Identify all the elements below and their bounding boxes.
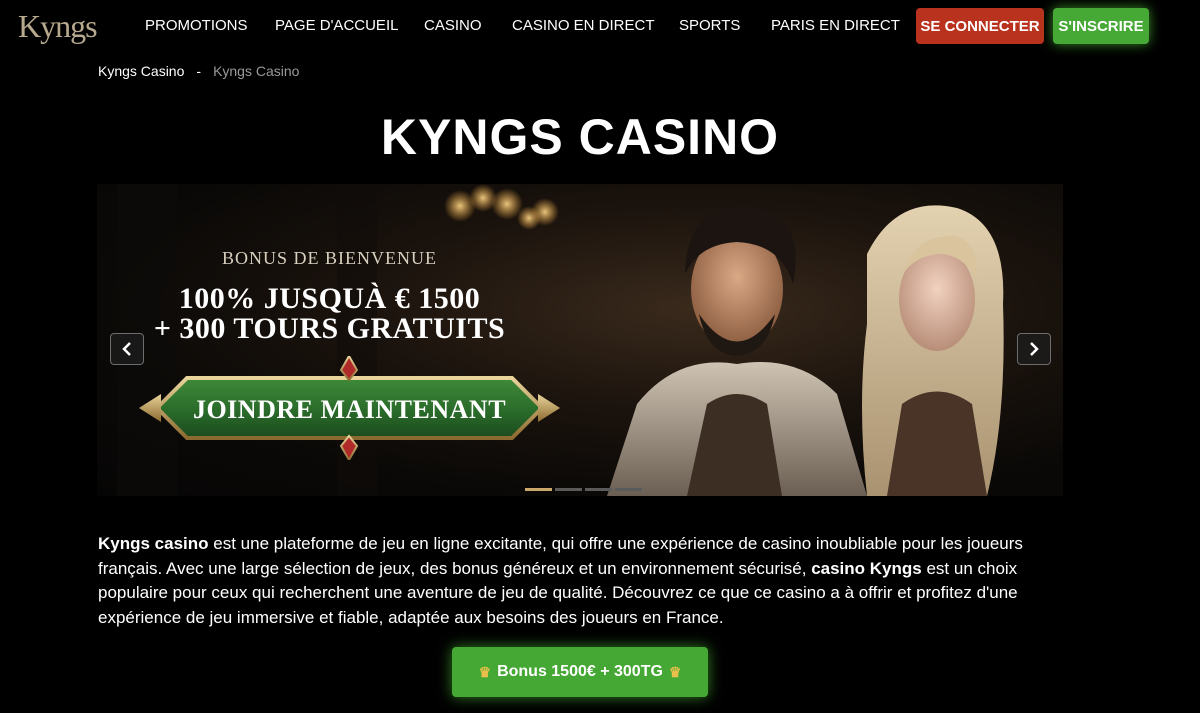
- carousel-dot-1[interactable]: [525, 488, 552, 491]
- nav-promotions[interactable]: PROMOTIONS: [145, 17, 248, 34]
- banner-subtitle: BONUS DE BIENVENUE: [222, 248, 437, 268]
- banner-headline-line1: 100% JUSQUÀ € 1500: [178, 282, 481, 315]
- carousel-dot-2[interactable]: [555, 488, 582, 491]
- banner-headline-line2: + 300 TOURS GRATUITS: [153, 312, 506, 345]
- login-button[interactable]: SE CONNECTER: [916, 8, 1044, 44]
- intro-paragraph: Kyngs casino est une plateforme de jeu e…: [98, 532, 1058, 630]
- carousel-prev-button[interactable]: [110, 333, 144, 365]
- chevron-right-icon: [1030, 342, 1039, 356]
- page-title: KYNGS CASINO: [380, 109, 780, 165]
- intro-bold-brand-2: casino Kyngs: [811, 558, 922, 578]
- nav-paris-en-direct[interactable]: PARIS EN DIRECT: [771, 17, 900, 34]
- site-header: Kyngs PROMOTIONS PAGE D'ACCUEIL CASINO C…: [0, 0, 1200, 54]
- breadcrumb: Kyngs Casino - Kyngs Casino: [98, 63, 299, 79]
- bonus-button-label: Bonus 1500€ + 300TG: [497, 663, 663, 680]
- nav-sports[interactable]: SPORTS: [679, 17, 740, 34]
- breadcrumb-home[interactable]: Kyngs Casino: [98, 63, 184, 79]
- site-logo[interactable]: Kyngs: [18, 6, 98, 46]
- nav-casino[interactable]: CASINO: [424, 17, 482, 34]
- royal-couple-illustration: [607, 205, 1004, 496]
- carousel-indicators: [525, 488, 642, 491]
- carousel-dot-4[interactable]: [615, 488, 642, 491]
- crown-icon: ♛: [478, 663, 492, 680]
- crown-icon: ♛: [668, 663, 682, 680]
- nav-casino-en-direct[interactable]: CASINO EN DIRECT: [512, 17, 655, 34]
- nav-page-accueil[interactable]: PAGE D'ACCUEIL: [275, 17, 398, 34]
- banner-cta-label[interactable]: JOINDRE MAINTENANT: [137, 395, 562, 425]
- promo-banner[interactable]: BONUS DE BIENVENUE 100% JUSQUÀ € 1500 + …: [97, 184, 1063, 496]
- chevron-left-icon: [122, 342, 131, 356]
- carousel-next-button[interactable]: [1017, 333, 1051, 365]
- breadcrumb-current: Kyngs Casino: [213, 63, 300, 79]
- intro-bold-brand: Kyngs casino: [98, 534, 209, 553]
- bonus-button[interactable]: ♛ Bonus 1500€ + 300TG ♛: [452, 647, 708, 697]
- breadcrumb-separator: -: [196, 63, 202, 79]
- signup-button[interactable]: S'INSCRIRE: [1053, 8, 1149, 44]
- carousel-dot-3[interactable]: [585, 488, 612, 491]
